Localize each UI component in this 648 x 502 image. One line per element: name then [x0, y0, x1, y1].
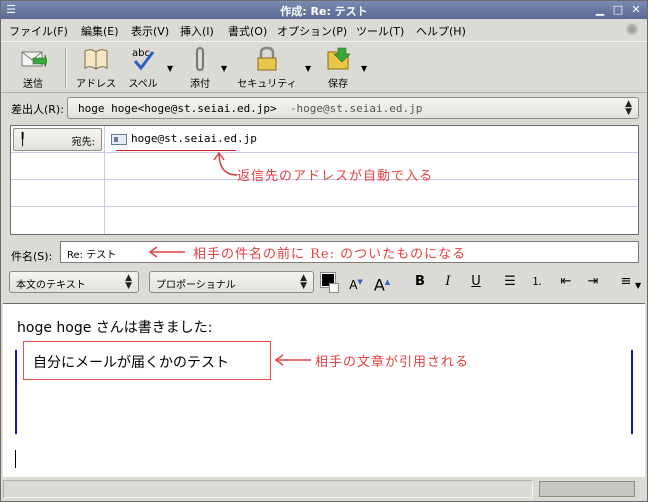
align-icon[interactable]: ≡: [617, 273, 635, 291]
address-label: アドレス: [76, 79, 116, 90]
menu-options[interactable]: オプション(P): [277, 23, 347, 39]
menu-file[interactable]: ファイル(F): [9, 23, 68, 39]
security-button[interactable]: セキュリティ: [235, 46, 299, 90]
security-label: セキュリティ: [237, 79, 297, 90]
to-address-input[interactable]: hoge@st.seiai.ed.jp: [131, 132, 257, 145]
from-select[interactable]: hoge hoge<hoge@st.seiai.ed.jp> -hoge@st.…: [67, 97, 639, 119]
bullet-list-icon[interactable]: ☰: [501, 273, 519, 291]
close-icon[interactable]: ✕: [629, 3, 643, 17]
align-dropdown-arrow-icon[interactable]: ▼: [635, 281, 641, 290]
save-label: 保存: [328, 79, 348, 90]
quoted-text: 自分にメールが届くかのテスト: [33, 355, 229, 371]
status-bar: [3, 479, 645, 501]
updown-arrows-icon: ▲ ▼: [300, 273, 307, 291]
send-button[interactable]: 送信: [13, 46, 53, 90]
contact-card-icon: [111, 134, 127, 145]
toolbar-separator: [65, 48, 67, 88]
save-dropdown-arrow-icon[interactable]: ▼: [361, 64, 367, 73]
from-identity: hoge hoge<hoge@st.seiai.ed.jp>: [78, 102, 277, 115]
annotation-arrow-icon: [274, 354, 311, 366]
paragraph-style-value: 本文のテキスト: [16, 280, 86, 291]
progress-bar: [539, 481, 635, 497]
pin-icon: ╿: [19, 132, 27, 146]
menu-view[interactable]: 表示(V): [131, 23, 169, 39]
from-label: 差出人(R):: [11, 103, 64, 116]
annotation-arrow-icon: [148, 246, 185, 258]
message-body-editor[interactable]: hoge hoge さんは書きました: 自分にメールが届くかのテスト: [3, 303, 645, 477]
address-book-icon: [84, 49, 108, 70]
maximize-icon[interactable]: □: [611, 3, 625, 17]
bold-button[interactable]: B: [411, 273, 429, 291]
window-title: 作成: Re: テスト: [280, 5, 368, 18]
save-icon: [327, 47, 351, 70]
subject-value: Re: テスト: [67, 250, 117, 261]
paragraph-style-select[interactable]: 本文のテキスト ▲ ▼: [9, 271, 139, 293]
recipient-row-empty[interactable]: [11, 207, 638, 234]
throbber-icon: ✺: [625, 20, 639, 39]
send-icon: [21, 51, 47, 68]
spell-label: スペル: [128, 79, 158, 90]
compose-window: ☰ 作成: Re: テスト ▁ □ ✕ ファイル(F) 編集(E) 表示(V) …: [0, 0, 648, 502]
spell-button[interactable]: abc スペル: [125, 46, 161, 90]
menu-format[interactable]: 書式(O): [228, 23, 267, 39]
security-dropdown-arrow-icon[interactable]: ▼: [305, 64, 311, 73]
status-text-panel: [3, 480, 533, 498]
quoted-text-highlight: 自分にメールが届くかのテスト: [23, 341, 271, 380]
italic-button[interactable]: I: [439, 273, 457, 291]
main-toolbar: 送信 アドレス abc スペル ▼ 添付 ▼ セキュリティ ▼ 保存 ▼: [1, 41, 647, 93]
recipient-row: ╿ 宛先: hoge@st.seiai.ed.jp: [11, 126, 638, 153]
menu-tools[interactable]: ツール(T): [356, 23, 404, 39]
indent-icon[interactable]: ⇥: [584, 273, 602, 291]
updown-arrows-icon: ▲ ▼: [625, 99, 632, 117]
quote-annotation: 相手の文章が引用される: [315, 355, 470, 370]
subject-label: 件名(S):: [11, 250, 53, 263]
spellcheck-icon: abc: [132, 48, 155, 71]
attach-button[interactable]: 添付: [185, 46, 215, 90]
spell-dropdown-arrow-icon[interactable]: ▼: [167, 64, 173, 73]
from-value: hoge hoge<hoge@st.seiai.ed.jp> -hoge@st.…: [78, 102, 422, 115]
paperclip-icon: [196, 46, 204, 72]
recipient-row-empty[interactable]: [11, 180, 638, 207]
outdent-icon[interactable]: ⇤: [557, 273, 575, 291]
menu-edit[interactable]: 編集(E): [81, 23, 119, 39]
font-larger-icon[interactable]: A▲: [373, 273, 391, 294]
font-value: プロポーショナル: [156, 280, 236, 291]
title-bar[interactable]: ☰ 作成: Re: テスト ▁ □ ✕: [1, 1, 647, 19]
column-divider: [104, 126, 105, 234]
to-label: 宛先:: [71, 137, 95, 148]
background-color-button[interactable]: [329, 283, 339, 293]
from-account: -hoge@st.seiai.ed.jp: [289, 102, 423, 115]
address-button[interactable]: アドレス: [73, 46, 119, 90]
menubar: ファイル(F) 編集(E) 表示(V) 挿入(I) 書式(O) オプション(P)…: [1, 20, 647, 40]
subject-annotation: 相手の件名の前に Re: のついたものになる: [193, 247, 467, 262]
attach-dropdown-arrow-icon[interactable]: ▼: [221, 64, 227, 73]
address-annotation: 返信先のアドレスが自動で入る: [237, 169, 434, 184]
minimize-icon[interactable]: ▁: [593, 3, 607, 17]
recipient-type-select[interactable]: ╿ 宛先:: [13, 128, 102, 151]
quote-bar-left: [15, 350, 17, 434]
font-smaller-icon[interactable]: A▼: [347, 273, 365, 292]
save-button[interactable]: 保存: [321, 46, 355, 90]
send-label: 送信: [23, 79, 43, 90]
menu-insert[interactable]: 挿入(I): [180, 23, 214, 39]
text-caret: [15, 450, 16, 468]
font-select[interactable]: プロポーショナル ▲ ▼: [149, 271, 314, 293]
attach-label: 添付: [190, 79, 210, 90]
menu-help[interactable]: ヘルプ(H): [416, 23, 466, 39]
quote-header: hoge hoge さんは書きました:: [17, 320, 213, 336]
numbered-list-icon[interactable]: ⒈: [528, 273, 546, 291]
lock-icon: [257, 46, 277, 71]
updown-arrows-icon: ▲ ▼: [125, 273, 132, 291]
underline-button[interactable]: U: [467, 273, 485, 291]
quote-bar-right: [631, 350, 633, 434]
